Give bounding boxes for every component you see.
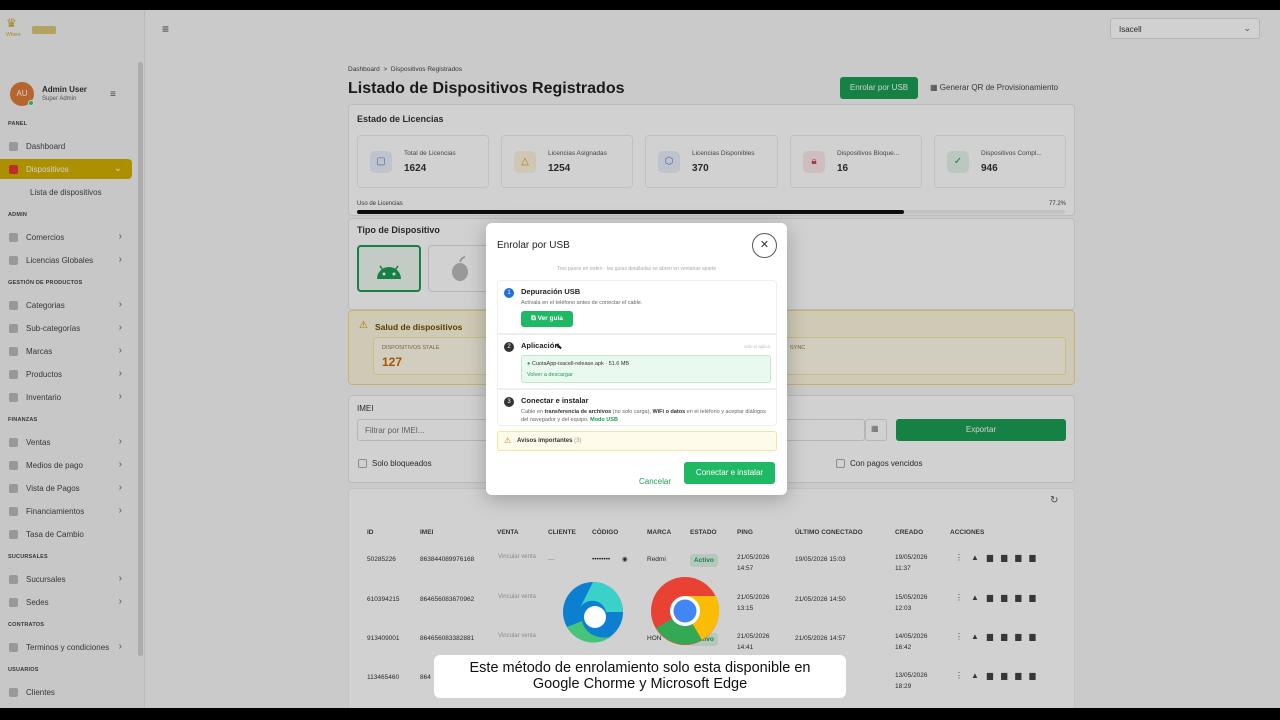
caption-line-1: Este método de enrolamiento solo esta di… bbox=[469, 660, 811, 676]
step-title: Aplicación bbox=[521, 341, 559, 350]
avisos-importantes[interactable]: ⚠ Avisos importantes (3) bbox=[497, 431, 777, 451]
connect-install-button[interactable]: Conectar e instalar bbox=[684, 462, 775, 484]
enroll-usb-modal: Enrolar por USB ✕ Tres pasos en orden · … bbox=[486, 223, 787, 495]
step-title: Conectar e instalar bbox=[521, 396, 589, 405]
step-number: 3 bbox=[504, 397, 514, 407]
apk-file-name: CuotaApp-isacell-release.apk · 51.6 MB bbox=[531, 361, 630, 367]
mouse-cursor: ⬉ bbox=[555, 341, 563, 351]
external-link-icon: ⧉ bbox=[531, 315, 536, 322]
ver-guia-button[interactable]: ⧉ Ver guía bbox=[521, 311, 573, 327]
cancel-button[interactable]: Cancelar bbox=[639, 477, 671, 486]
app-frame: ♛ Where AU Admin User Super Admin ≡ PANE… bbox=[0, 10, 1280, 708]
edge-logo bbox=[563, 582, 623, 643]
step-number: 2 bbox=[504, 342, 514, 352]
chrome-logo bbox=[651, 577, 720, 645]
modal-title: Enrolar por USB bbox=[497, 240, 570, 251]
caption-line-2: Google Chorme y Microsoft Edge bbox=[532, 676, 748, 692]
redownload-link[interactable]: Volver a descargar bbox=[527, 372, 573, 378]
check-circle-icon: ● bbox=[527, 361, 531, 367]
warning-icon: ⚠ bbox=[504, 436, 512, 445]
step-aplicacion: 2 Aplicación solo si aplica ● CuotaApp-i… bbox=[497, 334, 777, 389]
step-number: 1 bbox=[504, 288, 514, 298]
step-usb-debug: 1 Depuración USB Actívala en el teléfono… bbox=[497, 280, 777, 334]
step-conectar: 3 Conectar e instalar Cable en transfere… bbox=[497, 389, 777, 426]
step-desc: Actívala en el teléfono antes de conecta… bbox=[521, 300, 643, 306]
optional-label: solo si aplica bbox=[744, 344, 770, 349]
video-caption: Este método de enrolamiento solo esta di… bbox=[434, 655, 846, 698]
step-title: Depuración USB bbox=[521, 287, 581, 296]
modal-subtitle: Tres pasos en orden · las guías detallad… bbox=[556, 266, 717, 272]
step-desc: Cable en transferencia de archivos (no s… bbox=[521, 409, 766, 423]
apk-file-box: ● CuotaApp-isacell-release.apk · 51.6 MB… bbox=[521, 355, 771, 383]
modo-usb-link[interactable]: Modo USB bbox=[590, 417, 618, 423]
close-icon[interactable]: ✕ bbox=[752, 233, 777, 258]
